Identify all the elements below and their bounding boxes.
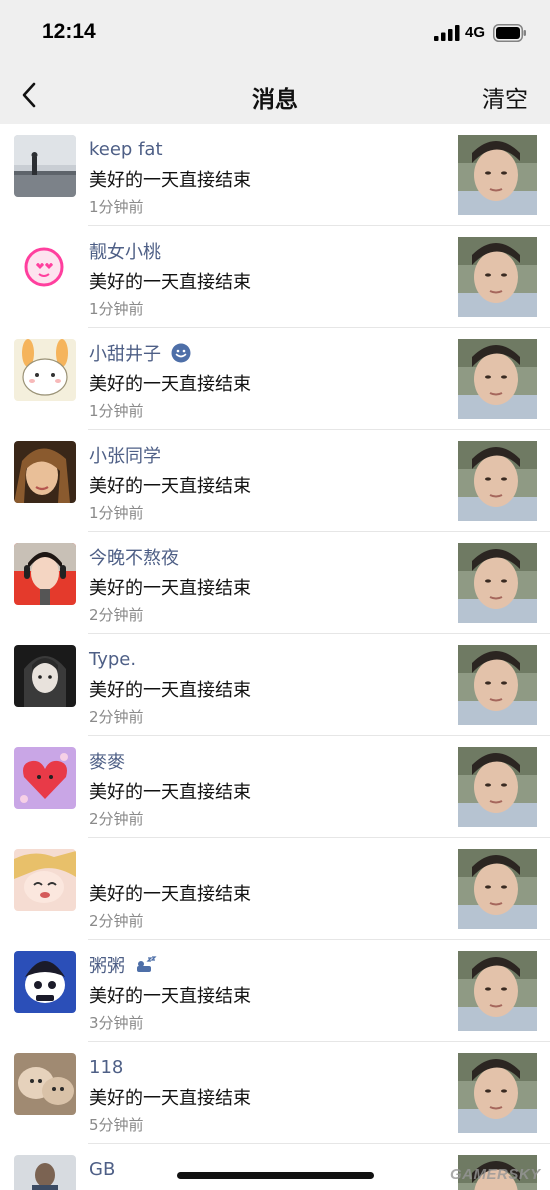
page-title: 消息 <box>252 87 298 113</box>
avatar[interactable] <box>14 543 76 605</box>
signal-icon <box>434 25 460 41</box>
avatar[interactable] <box>14 1155 76 1190</box>
message-row[interactable]: 小甜井子 美好的一天直接结束 1分钟前 <box>0 328 550 430</box>
thumbnail[interactable] <box>458 645 537 725</box>
name-line: 小甜井子 <box>89 340 191 366</box>
avatar[interactable] <box>14 645 76 707</box>
message-list: keep fat 美好的一天直接结束 1分钟前 靓女小桃 美好的一天直接结束 1… <box>0 124 550 1190</box>
message-row[interactable]: 靓女小桃 美好的一天直接结束 1分钟前 <box>0 226 550 328</box>
thumbnail[interactable] <box>458 441 537 521</box>
message-text: 美好的一天直接结束 <box>89 1088 251 1109</box>
username[interactable]: 今晚不熬夜 <box>89 544 179 570</box>
username[interactable]: GB <box>89 1159 115 1180</box>
username[interactable]: Type. <box>89 649 136 670</box>
avatar[interactable] <box>14 135 76 197</box>
message-row[interactable]: 118 美好的一天直接结束 5分钟前 <box>0 1042 550 1144</box>
thumbnail[interactable] <box>458 747 537 827</box>
message-row[interactable]: 今晚不熬夜 美好的一天直接结束 2分钟前 <box>0 532 550 634</box>
message-time: 1分钟前 <box>89 504 144 522</box>
name-line: Type. <box>89 646 136 672</box>
username[interactable]: 靓女小桃 <box>89 238 161 264</box>
name-line: keep fat <box>89 136 163 162</box>
username[interactable]: 麥麥 <box>89 748 125 774</box>
message-text: 美好的一天直接结束 <box>89 986 251 1007</box>
message-text: 美好的一天直接结束 <box>89 884 251 905</box>
thumbnail[interactable] <box>458 543 537 623</box>
name-line: 粥粥 <box>89 952 157 978</box>
avatar[interactable] <box>14 339 76 401</box>
username[interactable]: 118 <box>89 1057 123 1078</box>
avatar[interactable] <box>14 237 76 299</box>
username[interactable]: 小甜井子 <box>89 340 161 366</box>
name-line: 小张同学 <box>89 442 161 468</box>
username[interactable]: 粥粥 <box>89 952 125 978</box>
message-time: 5分钟前 <box>89 1116 144 1134</box>
name-line: 今晚不熬夜 <box>89 544 179 570</box>
messages-screen: 12:14 4G 消息 清空 keep fat 美好的一天直接结束 1分钟前 靓… <box>0 0 550 1190</box>
username[interactable]: keep fat <box>89 139 163 160</box>
clear-button[interactable]: 清空 <box>482 80 528 114</box>
thumbnail[interactable] <box>458 951 537 1031</box>
navigation-bar: 消息 清空 <box>0 66 550 124</box>
message-time: 1分钟前 <box>89 402 144 420</box>
network-label: 4G <box>465 24 486 41</box>
avatar[interactable] <box>14 747 76 809</box>
message-time: 2分钟前 <box>89 810 144 828</box>
thumbnail[interactable] <box>458 1053 537 1133</box>
name-line: GB <box>89 1156 115 1182</box>
message-row[interactable]: 小张同学 美好的一天直接结束 1分钟前 <box>0 430 550 532</box>
watermark: GAMERSKY <box>450 1166 541 1183</box>
name-line: 麥麥 <box>89 748 125 774</box>
message-text: 美好的一天直接结束 <box>89 782 251 803</box>
back-button[interactable] <box>16 78 46 112</box>
thumbnail[interactable] <box>458 849 537 929</box>
smiley-badge-icon <box>171 343 191 363</box>
message-text: 美好的一天直接结束 <box>89 680 251 701</box>
name-line: 靓女小桃 <box>89 238 161 264</box>
message-time: 2分钟前 <box>89 606 144 624</box>
message-text: 美好的一天直接结束 <box>89 476 251 497</box>
message-time: 3分钟前 <box>89 1014 144 1032</box>
thumbnail[interactable] <box>458 339 537 419</box>
message-time: 1分钟前 <box>89 198 144 216</box>
status-bar: 12:14 4G <box>0 0 550 66</box>
avatar[interactable] <box>14 951 76 1013</box>
message-time: 2分钟前 <box>89 708 144 726</box>
message-text: 美好的一天直接结束 <box>89 374 251 395</box>
avatar[interactable] <box>14 441 76 503</box>
message-text: 美好的一天直接结束 <box>89 578 251 599</box>
message-row[interactable]: 麥麥 美好的一天直接结束 2分钟前 <box>0 736 550 838</box>
chevron-left-icon <box>22 82 36 108</box>
avatar[interactable] <box>14 1053 76 1115</box>
message-row[interactable]: Type. 美好的一天直接结束 2分钟前 <box>0 634 550 736</box>
home-indicator[interactable] <box>177 1172 374 1179</box>
message-text: 美好的一天直接结束 <box>89 170 251 191</box>
sleep-badge-icon <box>137 956 157 972</box>
avatar[interactable] <box>14 849 76 911</box>
message-row[interactable]: 粥粥 美好的一天直接结束 3分钟前 <box>0 940 550 1042</box>
message-time: 2分钟前 <box>89 912 144 930</box>
status-time: 12:14 <box>42 20 96 43</box>
thumbnail[interactable] <box>458 237 537 317</box>
message-time: 1分钟前 <box>89 300 144 318</box>
thumbnail[interactable] <box>458 135 537 215</box>
message-text: 美好的一天直接结束 <box>89 272 251 293</box>
name-line: 118 <box>89 1054 123 1080</box>
username[interactable]: 小张同学 <box>89 442 161 468</box>
battery-icon <box>493 24 526 42</box>
message-row[interactable]: 美好的一天直接结束 2分钟前 <box>0 838 550 940</box>
message-row[interactable]: keep fat 美好的一天直接结束 1分钟前 <box>0 124 550 226</box>
